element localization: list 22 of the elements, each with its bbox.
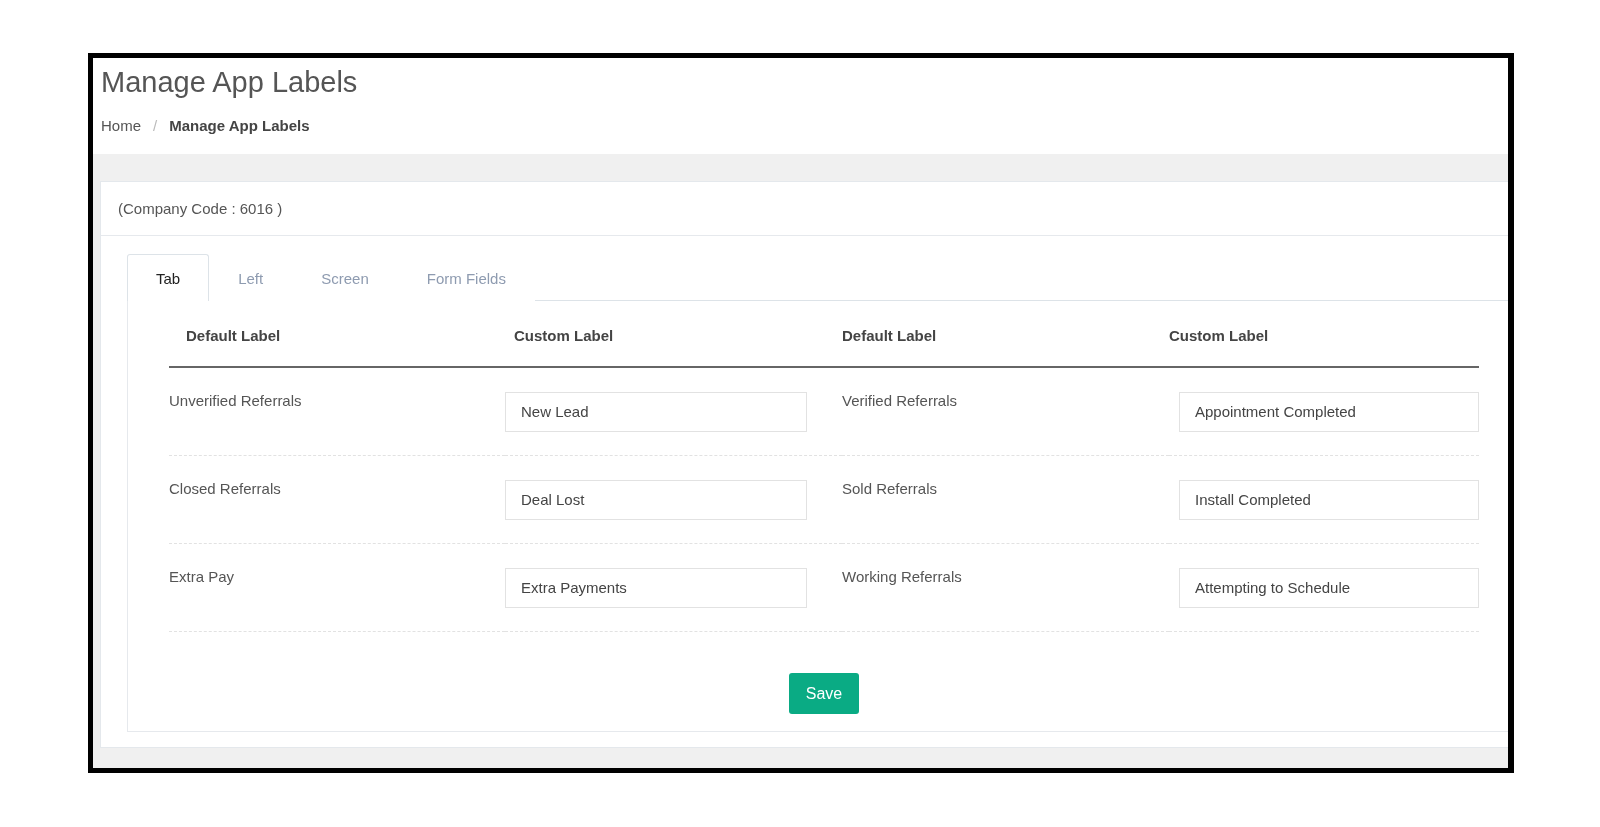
default-label: Unverified Referrals	[169, 391, 302, 409]
breadcrumb-link[interactable]: Home	[101, 117, 141, 134]
custom-label-input[interactable]: Appointment Completed	[1179, 391, 1479, 432]
breadcrumb-current: Manage App Labels	[169, 117, 310, 134]
company-code: (Company Code : 6016 )	[101, 182, 1508, 236]
custom-label-input[interactable]: Attempting to Schedule	[1179, 567, 1479, 608]
custom-label-input[interactable]: Install Completed	[1179, 479, 1479, 520]
custom-label-input[interactable]: New Lead	[505, 391, 807, 432]
page-title: Manage App Labels	[101, 66, 359, 99]
default-label: Extra Pay	[169, 567, 235, 585]
column-header: Default Label	[169, 301, 505, 368]
column-header: Custom Label	[505, 301, 842, 368]
default-label: Verified Referrals	[842, 391, 958, 409]
column-header: Custom Label	[1169, 301, 1479, 368]
tab[interactable]: Tab	[127, 254, 210, 301]
custom-label-input[interactable]: Deal Lost	[505, 479, 807, 520]
default-label: Working Referrals	[842, 567, 962, 585]
breadcrumb-separator: /	[153, 117, 158, 134]
default-label: Sold Referrals	[842, 479, 938, 497]
custom-label-input[interactable]: Extra Payments	[505, 567, 807, 608]
column-header: Default Label	[842, 301, 1169, 368]
default-label: Closed Referrals	[169, 479, 281, 497]
